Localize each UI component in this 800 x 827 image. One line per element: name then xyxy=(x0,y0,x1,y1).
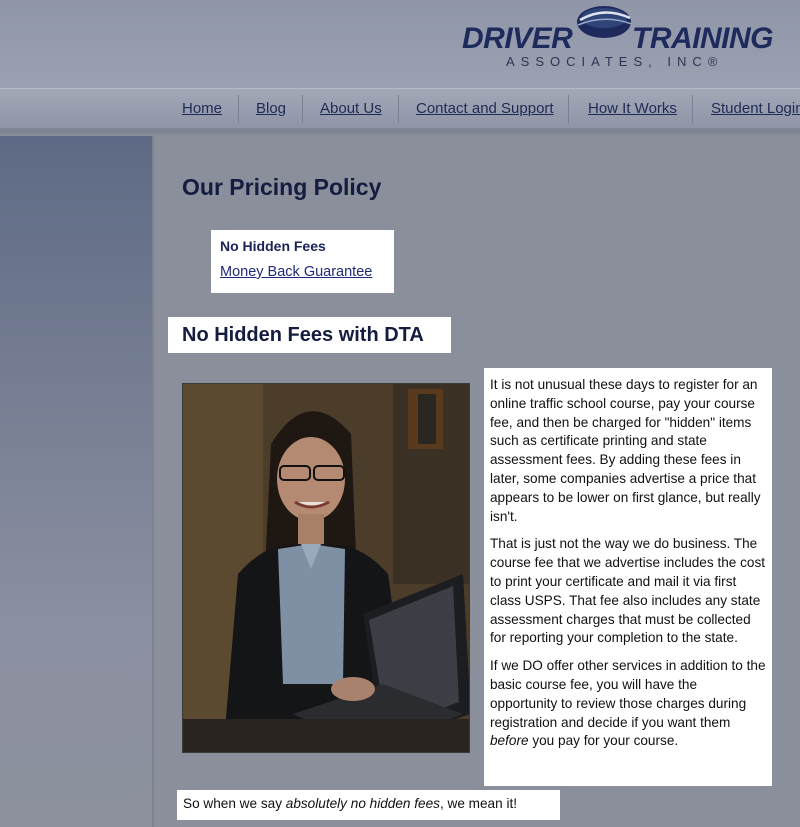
nav-contact-support[interactable]: Contact and Support xyxy=(416,89,554,129)
site-header: DRIVER TRAINING ASSOCIATES, INC® xyxy=(0,0,800,88)
nav-student-login[interactable]: Student Login xyxy=(711,89,800,129)
paragraph-3-text-a: If we DO offer other services in additio… xyxy=(490,658,766,730)
policy-text-box: It is not unusual these days to register… xyxy=(484,368,772,786)
main-nav: Home Blog About Us Contact and Support H… xyxy=(0,88,800,130)
left-sidebar xyxy=(0,136,152,827)
woman-with-laptop-photo xyxy=(182,383,470,753)
section-heading-box: No Hidden Fees with DTA xyxy=(168,317,451,353)
closing-statement: So when we say absolutely no hidden fees… xyxy=(177,790,560,820)
nav-divider xyxy=(238,95,239,123)
toc-current-item: No Hidden Fees xyxy=(220,238,326,254)
closing-text-a: So when we say xyxy=(183,796,286,811)
closing-emphasis: absolutely no hidden fees xyxy=(285,796,440,811)
section-title: No Hidden Fees with DTA xyxy=(182,324,424,346)
logo-wheel-icon xyxy=(577,6,633,38)
nav-divider xyxy=(568,95,569,123)
nav-divider xyxy=(302,95,303,123)
policy-paragraph-1: It is not unusual these days to register… xyxy=(490,377,761,524)
site-logo[interactable]: DRIVER TRAINING ASSOCIATES, INC® xyxy=(462,0,800,88)
nav-home[interactable]: Home xyxy=(182,89,222,129)
logo-word-left: DRIVER xyxy=(462,22,573,55)
content-divider xyxy=(152,136,154,827)
section-toc: No Hidden Fees Money Back Guarantee xyxy=(211,230,394,293)
nav-how-it-works[interactable]: How It Works xyxy=(588,89,677,129)
logo-subtitle: ASSOCIATES, INC® xyxy=(506,54,724,69)
page-title: Our Pricing Policy xyxy=(182,174,382,200)
paragraph-3-emphasis: before xyxy=(490,733,529,749)
policy-paragraph-2: That is just not the way we do business.… xyxy=(490,536,766,646)
photo-illustration xyxy=(183,384,469,752)
nav-divider xyxy=(692,95,693,123)
paragraph-3-text-b: you pay for your course. xyxy=(528,733,679,749)
nav-blog[interactable]: Blog xyxy=(256,89,286,129)
nav-about-us[interactable]: About Us xyxy=(320,89,382,129)
toc-link-money-back[interactable]: Money Back Guarantee xyxy=(220,264,385,280)
closing-text-b: , we mean it! xyxy=(439,796,518,811)
policy-paragraph-3: If we DO offer other services in additio… xyxy=(490,657,766,751)
logo-word-right: TRAINING xyxy=(632,22,774,55)
nav-divider xyxy=(398,95,399,123)
